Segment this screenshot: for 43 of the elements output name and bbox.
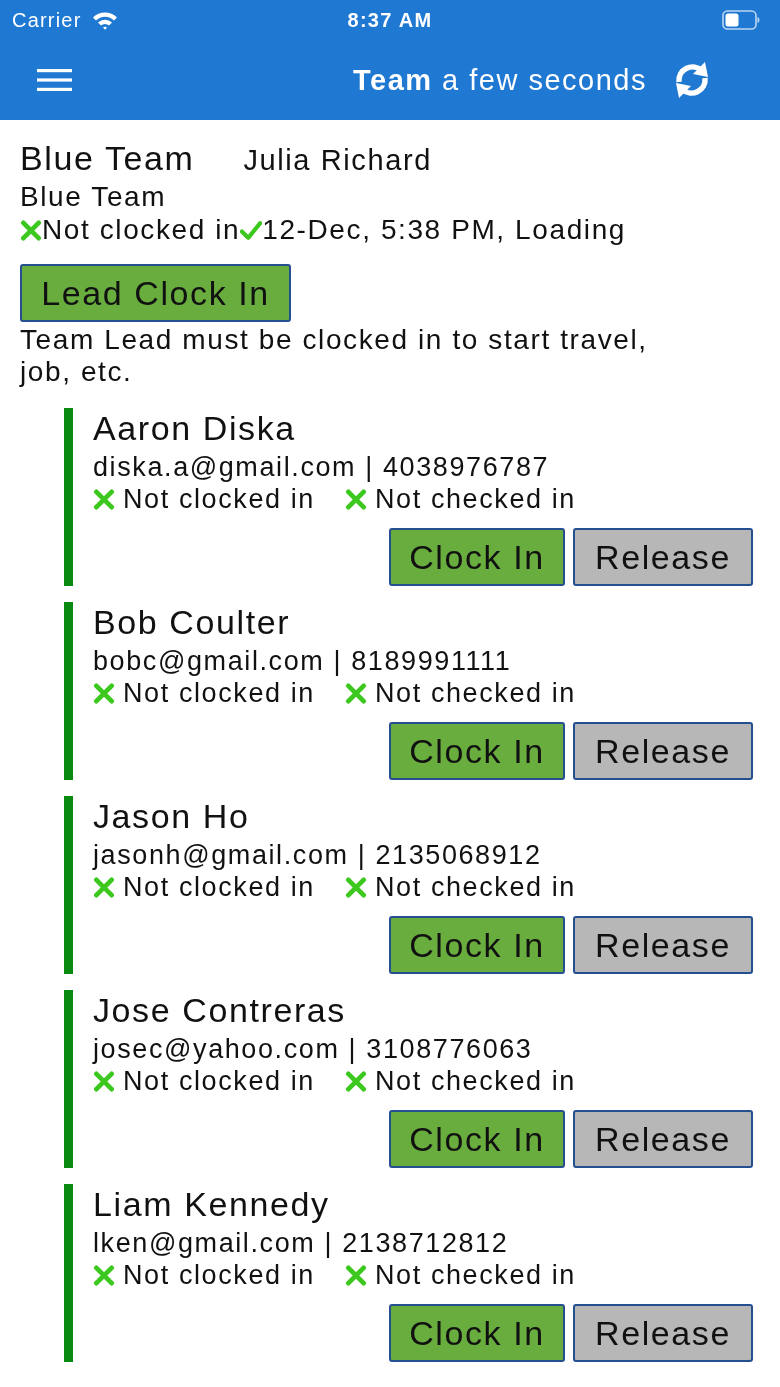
member-name: Jose Contreras xyxy=(93,990,347,1030)
status-text: Not checked in xyxy=(375,872,576,902)
status-text: Not clocked in xyxy=(123,484,315,514)
clock-in-button[interactable]: Clock In xyxy=(389,916,565,974)
member-name: Liam Kennedy xyxy=(93,1184,331,1224)
wifi-icon xyxy=(91,10,118,30)
team-name: Blue Team xyxy=(20,138,195,179)
clock-time: 8:37 AM xyxy=(347,8,433,32)
status-text: Not checked in xyxy=(375,678,576,708)
status-text: Not clocked in xyxy=(42,214,241,246)
member-contact: bobc@gmail.com | 8189991111 xyxy=(93,645,513,678)
carrier-label: Carrier xyxy=(12,8,82,32)
clock-in-button[interactable]: Clock In xyxy=(389,528,565,586)
status-text: Not clocked in xyxy=(123,678,315,708)
status-text: Not clocked in xyxy=(123,1066,315,1096)
release-button[interactable]: Release xyxy=(573,916,753,974)
release-button[interactable]: Release xyxy=(573,528,753,586)
menu-icon[interactable] xyxy=(37,69,72,91)
member-contact: lken@gmail.com | 2138712812 xyxy=(93,1227,510,1260)
lead-clock-in-button[interactable]: Lead Clock In xyxy=(20,264,291,322)
member-name: Aaron Diska xyxy=(93,408,297,448)
status-text: Not clocked in xyxy=(123,1260,315,1290)
screen-title: Team a few seconds xyxy=(352,63,647,97)
member-name: Bob Coulter xyxy=(93,602,292,642)
team-subtitle: Blue Team xyxy=(20,180,168,214)
member-contact: diska.a@gmail.com | 4038976787 xyxy=(93,451,551,484)
battery-icon xyxy=(722,10,760,30)
status-text: Not clocked in xyxy=(123,872,315,902)
clock-in-button[interactable]: Clock In xyxy=(389,722,565,780)
release-button[interactable]: Release xyxy=(573,722,753,780)
team-lead-name: Julia Richard xyxy=(243,144,432,177)
status-text: Not checked in xyxy=(375,1066,576,1096)
lead-note: Team Lead must be clocked in to start travel, job, etc. xyxy=(20,324,649,388)
member-contact: josec@yahoo.com | 3108776063 xyxy=(93,1033,534,1066)
member-name: Jason Ho xyxy=(93,796,251,836)
status-text: 12-Dec, 5:38 PM, Loading xyxy=(262,214,626,246)
clock-in-button[interactable]: Clock In xyxy=(389,1110,565,1168)
member-contact: jasonh@gmail.com | 2135068912 xyxy=(93,839,543,872)
status-text: Not checked in xyxy=(375,1260,576,1290)
clock-in-button[interactable]: Clock In xyxy=(389,1304,565,1362)
release-button[interactable]: Release xyxy=(573,1110,753,1168)
status-text: Not checked in xyxy=(375,484,576,514)
release-button[interactable]: Release xyxy=(573,1304,753,1362)
